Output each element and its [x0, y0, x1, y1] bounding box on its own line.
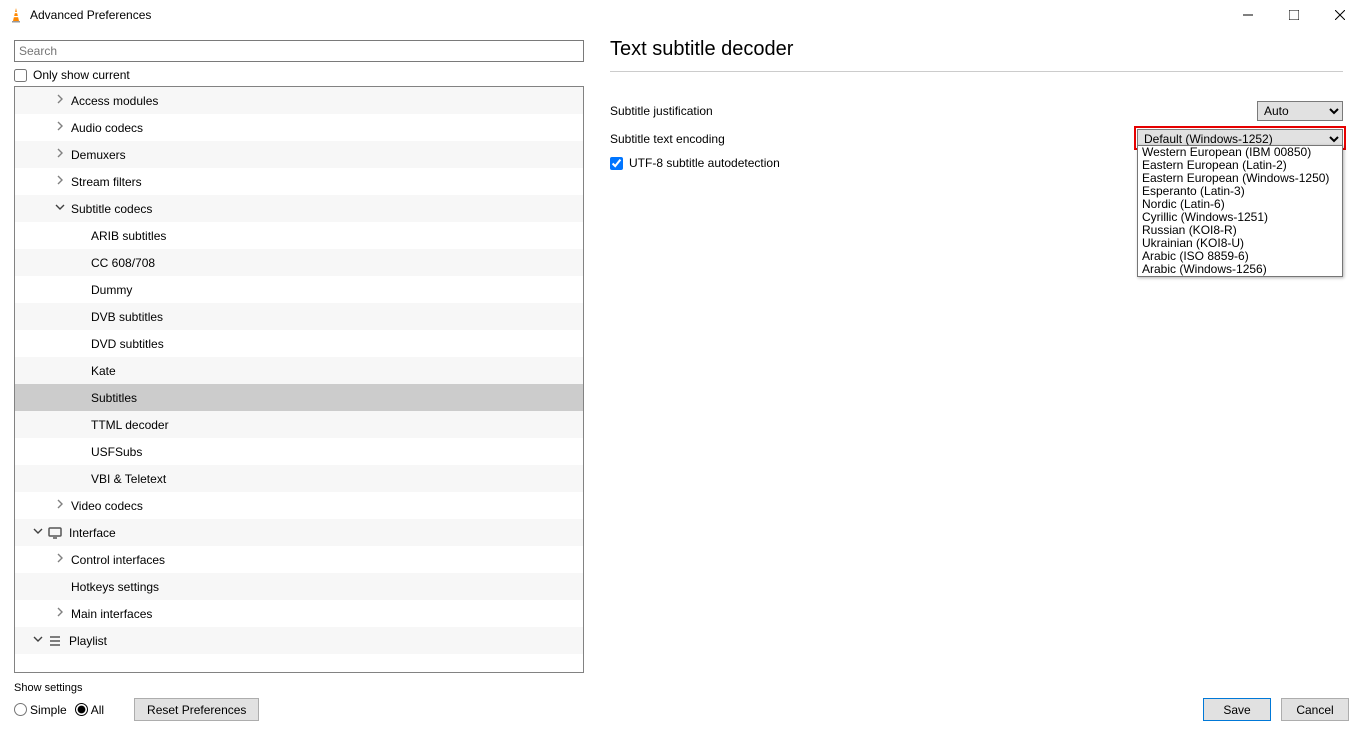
chevron-down-icon — [53, 202, 67, 215]
vlc-cone-icon — [8, 7, 24, 23]
chevron-right-icon — [53, 121, 67, 134]
tree-item-label: Access modules — [67, 94, 158, 108]
chevron-right-icon — [53, 148, 67, 161]
tree-item-label: Stream filters — [67, 175, 142, 189]
chevron-right-icon — [53, 94, 67, 107]
cancel-button[interactable]: Cancel — [1281, 698, 1349, 721]
window-title: Advanced Preferences — [30, 8, 151, 22]
page-title: Text subtitle decoder — [610, 38, 1343, 61]
tree-item[interactable]: ›Kate — [15, 357, 583, 384]
divider — [610, 71, 1343, 72]
interface-icon — [45, 526, 65, 540]
tree-item[interactable]: ›TTML decoder — [15, 411, 583, 438]
chevron-down-icon — [31, 526, 45, 539]
tree-item-label: Interface — [65, 526, 116, 540]
tree-item[interactable]: ›USFSubs — [15, 438, 583, 465]
tree-item[interactable]: ›DVD subtitles — [15, 330, 583, 357]
chevron-right-icon — [53, 553, 67, 566]
tree-item-label: Audio codecs — [67, 121, 143, 135]
tree-item[interactable]: ›ARIB subtitles — [15, 222, 583, 249]
tree-item-label: DVB subtitles — [87, 310, 163, 324]
save-button[interactable]: Save — [1203, 698, 1271, 721]
category-tree[interactable]: Access modules Audio codecs Demuxers Stream… — [14, 86, 584, 673]
minimize-button[interactable] — [1225, 0, 1271, 30]
chevron-right-icon — [53, 175, 67, 188]
tree-item-label: Playlist — [65, 634, 107, 648]
reset-preferences-button[interactable]: Reset Preferences — [134, 698, 259, 721]
tree-item[interactable]: Subtitle codecs — [15, 195, 583, 222]
tree-item-label: TTML decoder — [87, 418, 169, 432]
tree-item[interactable]: ›CC 608/708 — [15, 249, 583, 276]
show-settings-label: Show settings — [14, 682, 259, 694]
encoding-dropdown-list[interactable]: Western European (IBM 00850)Eastern Euro… — [1137, 145, 1343, 277]
tree-item-label: Subtitles — [87, 391, 137, 405]
tree-item-label: DVD subtitles — [87, 337, 164, 351]
chevron-right-icon — [53, 607, 67, 620]
justification-label: Subtitle justification — [610, 104, 1130, 118]
tree-item-label: USFSubs — [87, 445, 142, 459]
search-input[interactable] — [14, 40, 584, 62]
all-radio[interactable]: All — [75, 703, 104, 717]
chevron-right-icon — [53, 499, 67, 512]
tree-item[interactable]: ›Hotkeys settings — [15, 573, 583, 600]
tree-item[interactable]: Video codecs — [15, 492, 583, 519]
titlebar: Advanced Preferences — [0, 0, 1363, 30]
tree-item[interactable]: Playlist — [15, 627, 583, 654]
tree-item[interactable]: Access modules — [15, 87, 583, 114]
tree-item[interactable]: Audio codecs — [15, 114, 583, 141]
tree-item-label: ARIB subtitles — [87, 229, 166, 243]
maximize-button[interactable] — [1271, 0, 1317, 30]
tree-item-label: Video codecs — [67, 499, 143, 513]
tree-item[interactable]: Control interfaces — [15, 546, 583, 573]
tree-item-label: Hotkeys settings — [67, 580, 159, 594]
chevron-down-icon — [31, 634, 45, 647]
simple-radio[interactable]: Simple — [14, 703, 67, 717]
only-show-current-checkbox[interactable] — [14, 69, 27, 82]
tree-item-label: Kate — [87, 364, 116, 378]
close-button[interactable] — [1317, 0, 1363, 30]
tree-item[interactable]: Main interfaces — [15, 600, 583, 627]
tree-item-label: Control interfaces — [67, 553, 165, 567]
utf8-autodetect-checkbox[interactable] — [610, 157, 623, 170]
utf8-autodetect-label: UTF-8 subtitle autodetection — [629, 156, 780, 170]
tree-item[interactable]: ›VBI & Teletext — [15, 465, 583, 492]
dropdown-option[interactable]: Arabic (Windows-1256) — [1138, 263, 1342, 276]
only-show-current-label: Only show current — [33, 68, 130, 82]
justification-select[interactable]: Auto — [1257, 101, 1343, 121]
tree-item-label: Dummy — [87, 283, 132, 297]
tree-item[interactable]: ›Subtitles — [15, 384, 583, 411]
tree-item-label: Demuxers — [67, 148, 126, 162]
tree-item-label: Subtitle codecs — [67, 202, 152, 216]
tree-item-label: Main interfaces — [67, 607, 152, 621]
tree-item[interactable]: ›Dummy — [15, 276, 583, 303]
tree-item-label: VBI & Teletext — [87, 472, 166, 486]
playlist-icon — [45, 634, 65, 648]
tree-item[interactable]: Interface — [15, 519, 583, 546]
tree-item[interactable]: ›DVB subtitles — [15, 303, 583, 330]
tree-item[interactable]: Stream filters — [15, 168, 583, 195]
tree-item[interactable]: Demuxers — [15, 141, 583, 168]
tree-item-label: CC 608/708 — [87, 256, 155, 270]
encoding-label: Subtitle text encoding — [610, 132, 1130, 146]
